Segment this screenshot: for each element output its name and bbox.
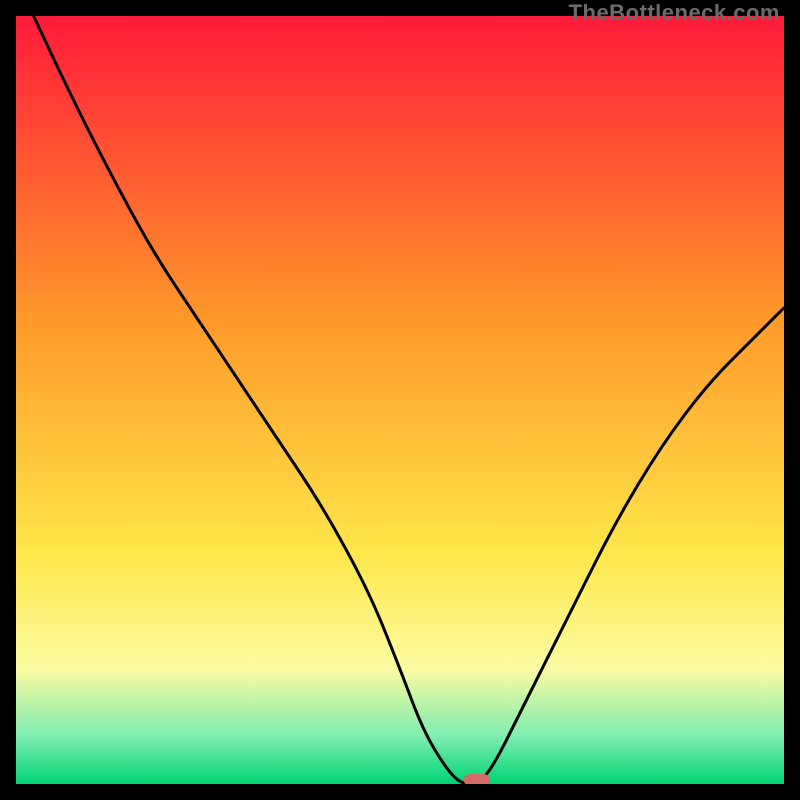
watermark-text: TheBottleneck.com [569, 0, 780, 26]
plot-area [16, 16, 784, 784]
optimal-point-marker [464, 774, 490, 784]
chart-frame: TheBottleneck.com [0, 0, 800, 800]
bottleneck-chart-svg [16, 16, 784, 784]
